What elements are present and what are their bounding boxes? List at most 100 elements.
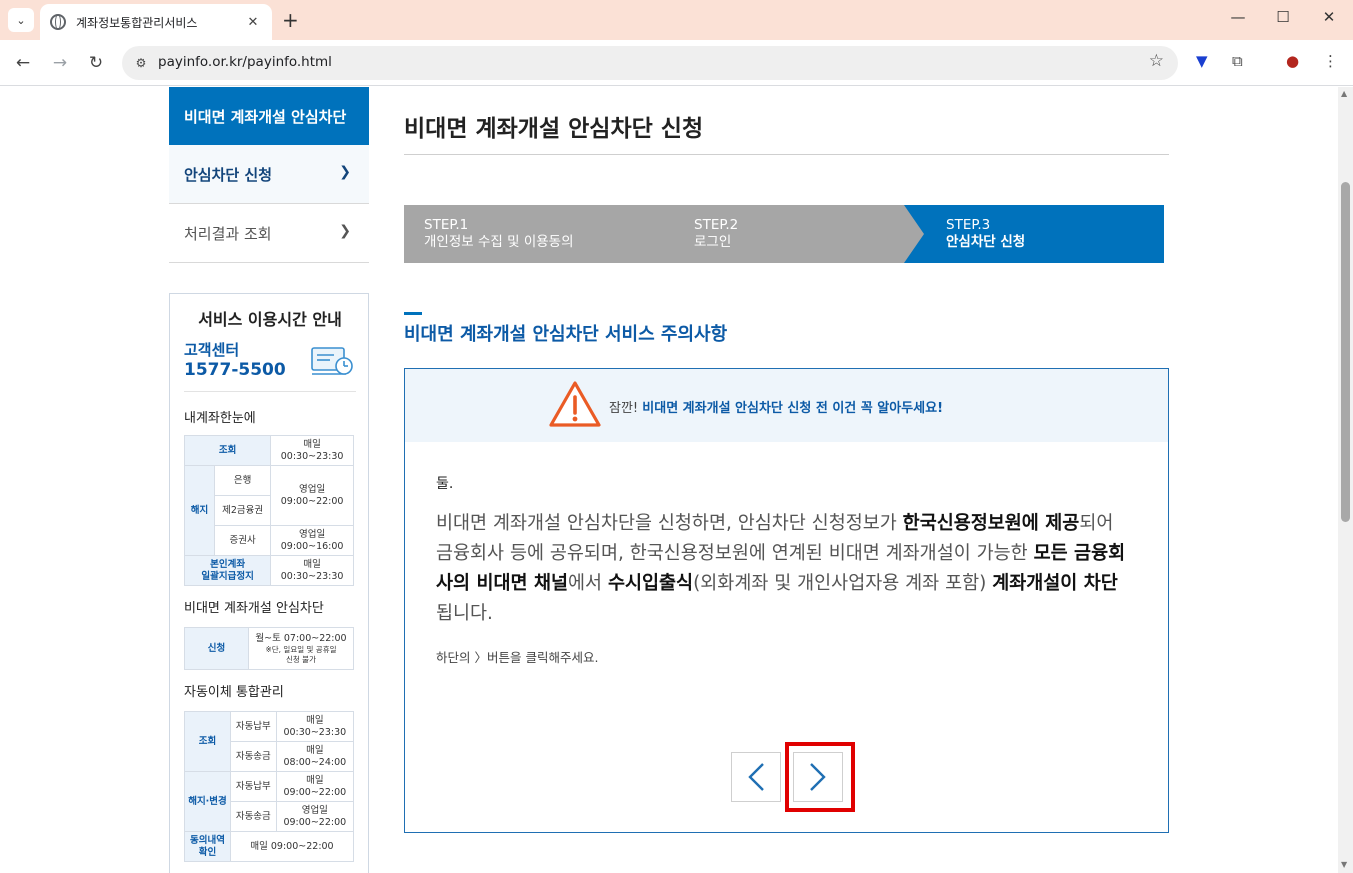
profile-avatar[interactable]: ●: [1286, 52, 1299, 70]
table-cell: 은행: [213, 465, 272, 496]
section-heading: 비대면 계좌개설 안심차단 서비스 주의사항: [404, 324, 728, 345]
browser-tab[interactable]: 계좌정보통합관리서비스 ✕: [40, 4, 272, 40]
sidebar-item-result[interactable]: 처리결과 조회 ❯: [169, 204, 369, 263]
step-1: STEP.1 개인정보 수집 및 이용동의: [404, 205, 674, 263]
table-cell: 매일 00:30~23:30: [270, 435, 354, 466]
sidebar-item-label: 처리결과 조회: [184, 224, 272, 243]
close-window-button[interactable]: ✕: [1309, 8, 1349, 26]
sidebar-item-label: 안심차단 신청: [184, 165, 273, 184]
step-number: STEP.1: [424, 217, 469, 233]
body-text-part: (외화계좌 및 개인사업자용 계좌 포함): [693, 573, 993, 594]
table-cell: 해지·변경: [184, 771, 231, 832]
table-cell: 매일 00:30~23:30: [275, 711, 355, 742]
page-scrollbar[interactable]: ▲ ▼: [1338, 87, 1353, 873]
step-label: 안심차단 신청: [946, 234, 1026, 250]
tab-search-button[interactable]: ⌄: [8, 8, 34, 32]
warning-message: 비대면 계좌개설 안심차단 신청 전 이건 꼭 알아두세요!: [642, 401, 944, 416]
reload-button[interactable]: ↻: [84, 51, 108, 75]
step-3-active: STEP.3 안심차단 신청: [904, 205, 1164, 263]
section-title-safe-block: 비대면 계좌개설 안심차단: [184, 601, 324, 616]
bookmark-star-icon[interactable]: ☆: [1149, 51, 1164, 71]
notice-number: 둘.: [436, 476, 454, 492]
body-emphasis: 계좌개설이 차단: [992, 573, 1118, 594]
apply-note: ※단, 일요일 및 공휴일 신청 불가: [265, 644, 337, 664]
table-cell: 영업일 09:00~22:00: [275, 801, 355, 832]
table-cell: 조회: [183, 435, 272, 466]
extensions-puzzle-icon[interactable]: ⧉: [1232, 52, 1243, 70]
safe-block-hours-table: 신청 월~토 07:00~22:00 ※단, 일요일 및 공휴일 신청 불가: [184, 627, 354, 670]
next-button-highlight: [785, 742, 855, 812]
minimize-button[interactable]: —: [1218, 8, 1258, 26]
browser-toolbar: ← → ↻ ⚙ payinfo.or.kr/payinfo.html ☆ ▼ ⧉…: [0, 40, 1353, 86]
service-hours-title: 서비스 이용시간 안내: [198, 310, 342, 329]
url-text: payinfo.or.kr/payinfo.html: [158, 54, 332, 70]
hint-text: 하단의 〉버튼을 클릭해주세요.: [436, 650, 599, 665]
globe-icon: [50, 14, 66, 30]
notice-body: 비대면 계좌개설 안심차단을 신청하면, 안심차단 신청정보가 한국신용정보원에…: [436, 509, 1126, 629]
sidebar-header: 비대면 계좌개설 안심차단: [169, 87, 369, 145]
warning-text: 잠깐! 비대면 계좌개설 안심차단 신청 전 이건 꼭 알아두세요!: [609, 397, 943, 416]
table-cell: 매일 00:30~23:30: [270, 555, 354, 586]
table-cell: 영업일 09:00~16:00: [270, 525, 354, 556]
scroll-up-icon[interactable]: ▲: [1341, 89, 1347, 98]
auto-transfer-hours-table: 조회 자동납부 매일 00:30~23:30 자동송금 매일 08:00~24:…: [184, 711, 355, 862]
body-text-part: 됩니다.: [436, 603, 493, 624]
table-cell: 증권사: [213, 525, 272, 556]
warning-prefix: 잠깐!: [609, 401, 639, 416]
divider: [404, 154, 1169, 155]
maximize-button[interactable]: ☐: [1263, 8, 1303, 26]
site-settings-icon[interactable]: ⚙: [132, 54, 150, 72]
step-number: STEP.3: [946, 217, 991, 233]
new-tab-button[interactable]: +: [282, 8, 299, 32]
service-hours-box: 서비스 이용시간 안내 고객센터 1577-5500 내계좌한눈에 조회 매일 …: [169, 293, 369, 873]
heading-accent: [404, 312, 422, 315]
body-text-part: 에서: [568, 573, 608, 594]
prev-button[interactable]: [731, 752, 781, 802]
body-emphasis: 한국신용정보원에 제공: [902, 513, 1080, 534]
step-2: STEP.2 로그인: [652, 205, 926, 263]
address-bar[interactable]: ⚙ payinfo.or.kr/payinfo.html ☆: [122, 46, 1178, 80]
table-cell: 영업일 09:00~22:00: [270, 465, 354, 526]
body-emphasis: 수시입출식: [607, 573, 694, 594]
sidebar-item-apply[interactable]: 안심차단 신청 ❯: [169, 145, 369, 204]
call-center-icon: [311, 347, 353, 375]
warning-icon: [549, 381, 601, 427]
table-cell: 동의내역 확인: [184, 831, 231, 862]
back-button[interactable]: ←: [11, 51, 35, 75]
chevron-right-icon: ❯: [339, 164, 351, 180]
my-accounts-hours-table: 조회 매일 00:30~23:30 해지 은행 영업일 09:00~22:00 …: [183, 435, 354, 586]
table-cell: 신청: [184, 627, 249, 670]
body-text-part: 비대면 계좌개설 안심차단을 신청하면, 안심차단 신청정보가: [436, 513, 903, 534]
call-center-phone: 1577-5500: [184, 360, 286, 380]
table-cell: 매일 08:00~24:00: [275, 741, 355, 772]
table-cell: 매일 09:00~22:00: [275, 771, 355, 802]
call-center-label: 고객센터: [184, 341, 240, 359]
divider: [184, 391, 356, 392]
table-cell: 월~토 07:00~22:00 ※단, 일요일 및 공휴일 신청 불가: [248, 627, 354, 670]
chevron-left-icon: [748, 763, 764, 791]
scrollbar-thumb[interactable]: [1341, 182, 1350, 522]
step-indicator: STEP.1 개인정보 수집 및 이용동의 STEP.2 로그인 STEP.3 …: [404, 205, 1164, 263]
menu-kebab-icon[interactable]: ⋮: [1323, 52, 1338, 70]
step-label: 로그인: [694, 234, 732, 250]
scroll-down-icon[interactable]: ▼: [1341, 860, 1347, 869]
table-cell: 매일 09:00~22:00: [230, 831, 354, 862]
chevron-down-icon: ⌄: [16, 13, 26, 27]
table-cell: 자동납부: [230, 711, 277, 742]
extension-v-icon[interactable]: ▼: [1196, 52, 1208, 70]
tab-close-icon[interactable]: ✕: [244, 15, 262, 30]
page-viewport: 비대면 계좌개설 안심차단 안심차단 신청 ❯ 처리결과 조회 ❯ 서비스 이용…: [0, 87, 1338, 873]
page-title: 비대면 계좌개설 안심차단 신청: [404, 116, 704, 142]
chevron-right-icon: ❯: [339, 223, 351, 239]
notice-box: 잠깐! 비대면 계좌개설 안심차단 신청 전 이건 꼭 알아두세요! 둘. 비대…: [404, 368, 1169, 833]
table-cell: 해지: [184, 465, 215, 556]
table-cell: 자동송금: [230, 741, 277, 772]
notice-banner: 잠깐! 비대면 계좌개설 안심차단 신청 전 이건 꼭 알아두세요!: [405, 369, 1168, 442]
section-title-my-accounts: 내계좌한눈에: [184, 411, 256, 426]
forward-button[interactable]: →: [48, 51, 72, 75]
apply-time: 월~토 07:00~22:00: [255, 632, 347, 644]
table-cell: 조회: [184, 711, 231, 772]
table-cell: 제2금융권: [213, 495, 272, 526]
step-number: STEP.2: [694, 217, 739, 233]
browser-tab-bar: ⌄ 계좌정보통합관리서비스 ✕ + — ☐ ✕: [0, 0, 1353, 40]
